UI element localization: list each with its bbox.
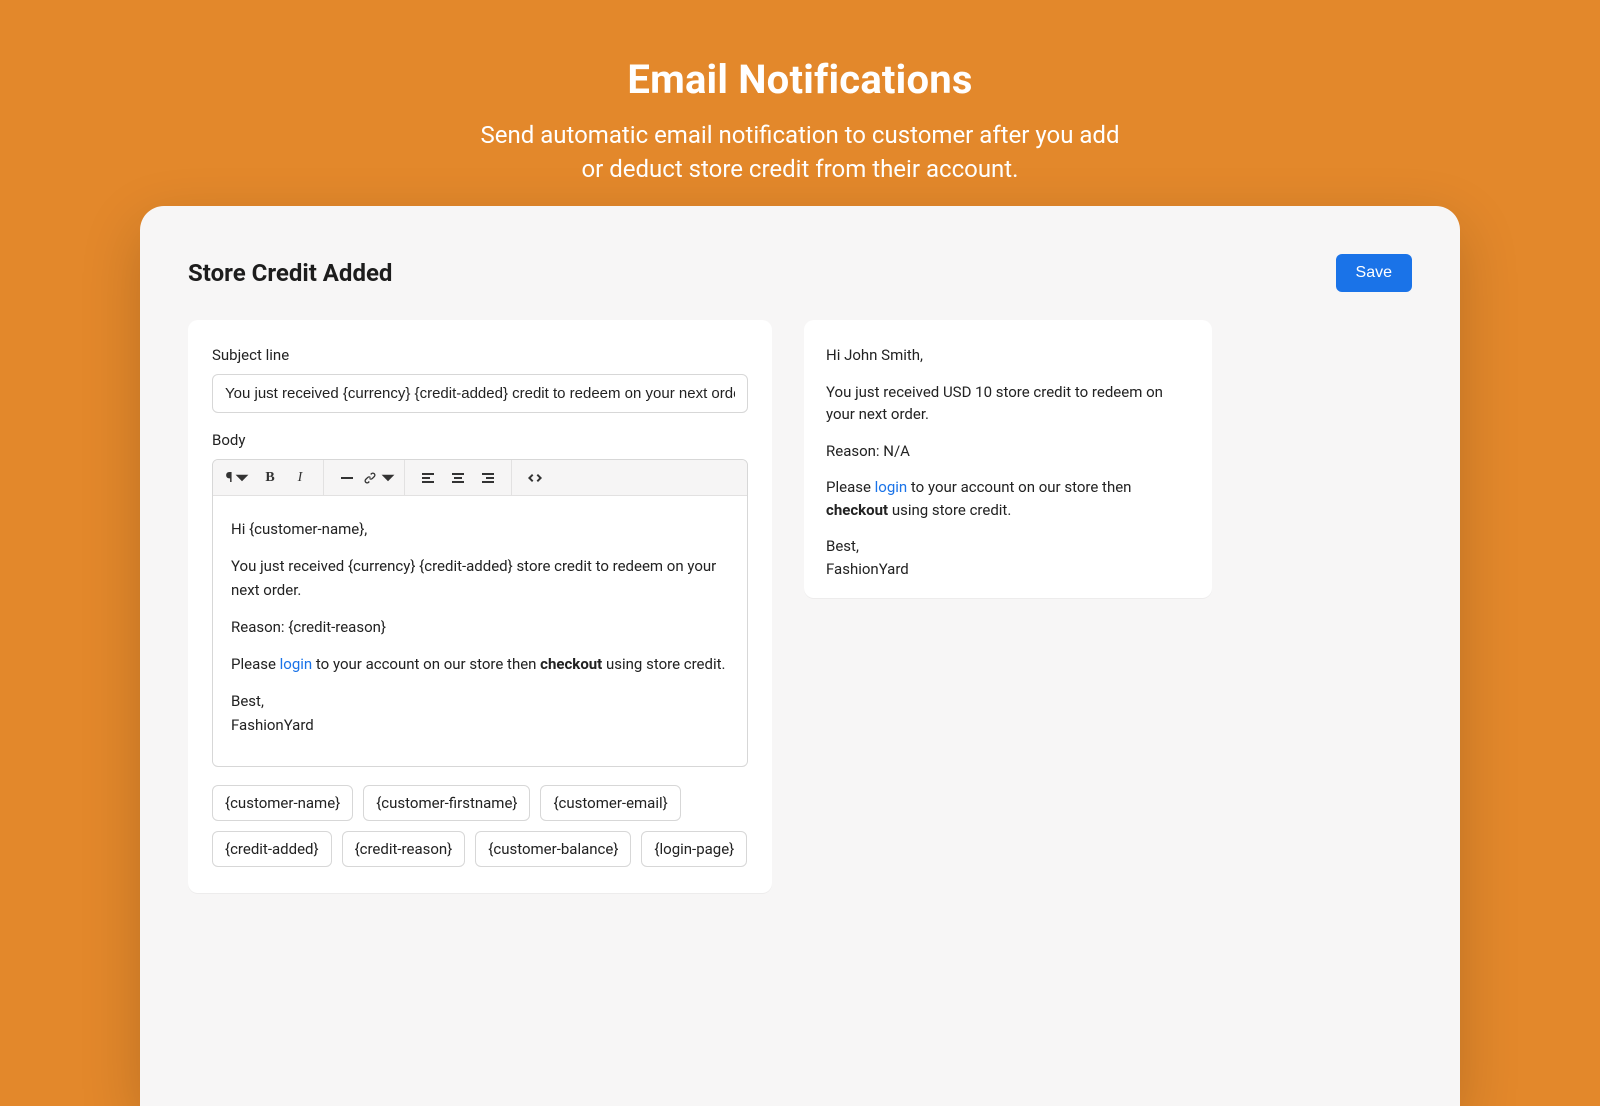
hero-subtitle-line1: Send automatic email notification to cus…	[480, 121, 1119, 149]
editor-card: Subject line Body ¶ B I	[188, 320, 772, 893]
subject-label: Subject line	[212, 346, 748, 364]
align-right-button[interactable]	[473, 464, 503, 492]
token-credit-reason[interactable]: {credit-reason}	[342, 831, 466, 867]
hero-subtitle: Send automatic email notification to cus…	[0, 119, 1600, 186]
code-view-button[interactable]	[520, 464, 550, 492]
token-customer-email[interactable]: {customer-email}	[540, 785, 680, 821]
align-left-button[interactable]	[413, 464, 443, 492]
preview-card: Hi John Smith, You just received USD 10 …	[804, 320, 1212, 598]
panel-title: Store Credit Added	[188, 259, 392, 287]
body-line-received: You just received {currency} {credit-add…	[231, 555, 729, 602]
preview-signoff: Best, FashionYard	[826, 535, 1190, 580]
link-dropdown[interactable]	[362, 464, 396, 492]
rte-content[interactable]: Hi {customer-name}, You just received {c…	[213, 496, 747, 766]
panel-header: Store Credit Added Save	[188, 254, 1412, 292]
editor-column: Subject line Body ¶ B I	[188, 320, 772, 893]
bold-button[interactable]: B	[255, 464, 285, 492]
token-customer-firstname[interactable]: {customer-firstname}	[363, 785, 530, 821]
preview-login: Please login to your account on our stor…	[826, 476, 1190, 521]
preview-login-link[interactable]: login	[875, 478, 908, 496]
body-line-signoff: Best, FashionYard	[231, 690, 729, 737]
align-center-button[interactable]	[443, 464, 473, 492]
login-link[interactable]: login	[280, 655, 313, 673]
subject-input[interactable]	[212, 374, 748, 413]
body-label: Body	[212, 431, 748, 449]
save-button[interactable]: Save	[1336, 254, 1412, 292]
token-customer-balance[interactable]: {customer-balance}	[475, 831, 631, 867]
rte-toolbar: ¶ B I	[213, 460, 747, 496]
preview-greeting: Hi John Smith,	[826, 344, 1190, 367]
token-login-page[interactable]: {login-page}	[641, 831, 747, 867]
token-customer-name[interactable]: {customer-name}	[212, 785, 353, 821]
preview-received: You just received USD 10 store credit to…	[826, 381, 1190, 426]
rich-text-editor: ¶ B I	[212, 459, 748, 767]
preview-reason: Reason: N/A	[826, 440, 1190, 463]
hero-title: Email Notifications	[0, 56, 1600, 103]
body-line-reason: Reason: {credit-reason}	[231, 616, 729, 639]
token-list: {customer-name} {customer-firstname} {cu…	[212, 785, 748, 867]
body-line-greeting: Hi {customer-name},	[231, 518, 729, 541]
italic-button[interactable]: I	[285, 464, 315, 492]
paragraph-style-dropdown[interactable]: ¶	[221, 464, 255, 492]
hr-button[interactable]	[332, 464, 362, 492]
body-line-login: Please login to your account on our stor…	[231, 653, 729, 676]
token-credit-added[interactable]: {credit-added}	[212, 831, 332, 867]
hero: Email Notifications Send automatic email…	[0, 0, 1600, 186]
columns: Subject line Body ¶ B I	[188, 320, 1412, 893]
settings-panel: Store Credit Added Save Subject line Bod…	[140, 206, 1460, 1106]
hero-subtitle-line2: or deduct store credit from their accoun…	[581, 155, 1018, 183]
